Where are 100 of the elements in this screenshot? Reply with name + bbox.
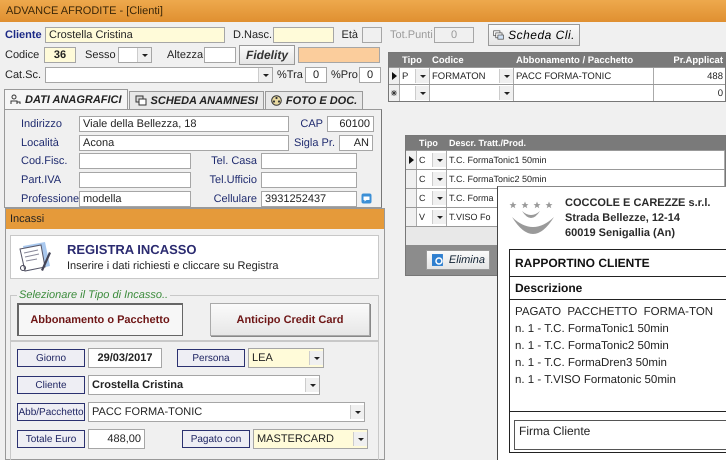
receipt-line: n. 1 - T.C. FormaDren3 50min	[515, 356, 668, 371]
field-label: Cod.Fisc.	[21, 155, 68, 168]
dropdown-button[interactable]	[353, 432, 367, 446]
fidelity-field[interactable]	[298, 47, 380, 63]
panel-title: Incassi	[6, 209, 384, 229]
field-label: %Tra	[277, 69, 301, 81]
signature-field: Firma Cliente	[514, 420, 726, 450]
row-pointer-icon	[392, 72, 396, 80]
text-field[interactable]: modella	[79, 190, 191, 207]
user-icon	[10, 94, 21, 105]
field-label: Abb/Pacchetto	[17, 403, 85, 421]
row-selector[interactable]	[389, 68, 400, 84]
client-field[interactable]: Crostella Cristina	[45, 27, 225, 43]
row-selector[interactable]	[389, 85, 400, 101]
field-label: Sigla Pr.	[293, 136, 335, 149]
window-title: ADVANCE AFRODITE - [Clienti]	[0, 0, 726, 22]
group-legend: Selezionare il Tipo di Incasso..	[17, 289, 170, 301]
field-label: Cliente	[17, 376, 85, 394]
payment-type-button[interactable]: Abbonamento o Pacchetto	[17, 303, 183, 336]
payment-method-combo[interactable]: MASTERCARD	[253, 429, 368, 449]
field-label: Giorno	[17, 349, 85, 367]
total-field[interactable]: 488,00	[88, 429, 145, 449]
field-label: Sesso	[85, 49, 115, 61]
type-combo[interactable]: C	[417, 189, 447, 207]
tab[interactable]: FOTO E DOC.	[264, 91, 364, 109]
banner-title: REGISTRA INCASSO	[67, 242, 198, 257]
field-label: Persona	[177, 349, 245, 367]
height-field[interactable]	[204, 47, 236, 63]
dropdown-button[interactable]	[432, 210, 446, 224]
text-field[interactable]	[79, 172, 191, 188]
dropdown-button[interactable]	[137, 48, 151, 62]
receipt-line: PAGATO PACCHETTO FORMA-TON	[515, 305, 714, 320]
dropdown-button[interactable]	[305, 378, 319, 392]
windows-icon	[493, 28, 504, 42]
text-field[interactable]: 60100	[327, 116, 374, 132]
payment-type-button[interactable]: Anticipo Credit Card	[210, 303, 370, 336]
dropdown-button[interactable]	[432, 153, 446, 167]
table-cell: T.C. FormaTonic1 50min	[447, 151, 725, 169]
dropdown-button[interactable]	[258, 68, 272, 82]
type-combo[interactable]: C	[417, 151, 447, 169]
dropdown-button[interactable]	[432, 172, 446, 186]
message-icon[interactable]	[361, 193, 372, 204]
client-combo[interactable]: Crostella Cristina	[88, 375, 320, 395]
company-text: 60019 Senigallia (An)	[565, 226, 676, 241]
tab[interactable]: DATI ANAGRAFICI	[4, 89, 128, 109]
dropdown-button[interactable]	[432, 191, 446, 205]
text-field[interactable]	[79, 153, 191, 170]
dropdown-button[interactable]	[415, 69, 429, 83]
table-cell-text: 0	[716, 86, 724, 100]
type-combo[interactable]: C	[417, 170, 447, 188]
field-label: Tel.Ufficio	[208, 174, 257, 186]
new-row-icon	[391, 89, 397, 97]
field-label: Cellulare	[212, 192, 257, 205]
client-card-button[interactable]: Scheda Cli.	[488, 24, 580, 46]
person-combo[interactable]: LEA	[248, 348, 324, 368]
dropdown-button[interactable]	[350, 405, 364, 419]
field-label: Cat.Sc.	[5, 69, 41, 81]
type-combo[interactable]: P	[400, 68, 430, 84]
field-label: %Pro	[331, 69, 355, 81]
package-combo[interactable]: PACC FORMA-TONIC	[88, 402, 365, 422]
field-label: Part.IVA	[21, 174, 62, 186]
text-field[interactable]: AN	[339, 134, 373, 151]
percent-field[interactable]: 0	[305, 67, 327, 83]
field-label: Località	[21, 136, 60, 149]
field-label: Tot.Punti	[390, 29, 430, 41]
column-header: Codice	[431, 54, 465, 67]
dropdown-button[interactable]	[309, 351, 323, 365]
dropdown-button[interactable]	[499, 86, 513, 100]
field-label: Altezza	[167, 49, 201, 61]
text-field[interactable]	[261, 172, 357, 188]
text-field[interactable]: Viale della Bellezza, 18	[79, 116, 289, 132]
tab[interactable]: SCHEDA ANAMNESI	[128, 91, 264, 109]
field-label: Tel. Casa	[210, 155, 257, 168]
field-label: Codice	[5, 49, 40, 61]
row-pointer-icon	[408, 156, 414, 164]
dropdown-button[interactable]	[415, 86, 429, 100]
field-label: Cliente	[5, 29, 41, 41]
column-header: Pr.Applicat	[672, 54, 724, 67]
receipt-line: n. 1 - T.C. FormaTonic2 50min	[515, 339, 670, 354]
code-combo[interactable]: FORMATON	[430, 68, 514, 84]
fidelity-button[interactable]: Fidelity	[239, 45, 295, 65]
document-icon	[431, 253, 445, 267]
column-header: Tipo	[401, 54, 423, 67]
delete-button[interactable]: Elimina	[426, 250, 490, 270]
receipt-line: n. 1 - T.C. FormaTonic1 50min	[515, 322, 670, 337]
date-field[interactable]: 29/03/2017	[88, 348, 162, 368]
birth-date-field[interactable]	[273, 27, 334, 43]
dropdown-button[interactable]	[499, 69, 513, 83]
field-label: Indirizzo	[21, 118, 63, 130]
text-field[interactable]: 3931252437	[261, 190, 357, 207]
table-cell: PACC FORMA-TONIC	[514, 68, 654, 84]
percent-field[interactable]: 0	[359, 67, 381, 83]
age-field[interactable]	[362, 27, 382, 43]
company-text: Strada Bellezze, 12-14	[565, 211, 681, 226]
code-field[interactable]: 36	[44, 47, 76, 63]
reel-icon	[270, 95, 282, 106]
documents-icon	[134, 95, 147, 106]
text-field[interactable]: Acona	[79, 134, 289, 151]
text-field[interactable]	[261, 153, 357, 170]
row-selector[interactable]	[406, 151, 417, 169]
